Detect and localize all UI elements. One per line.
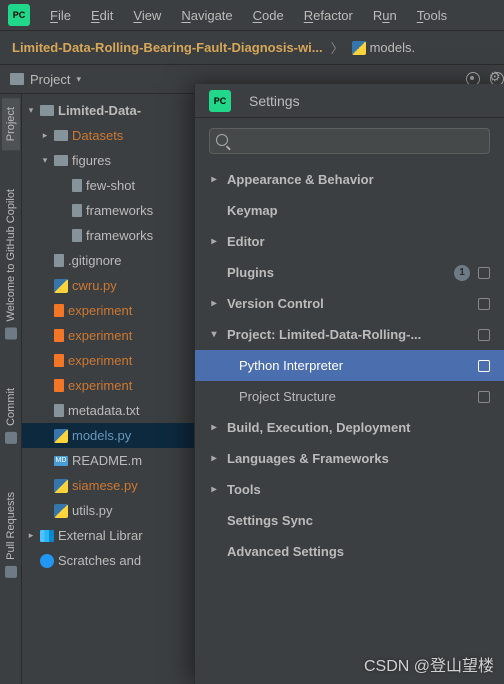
jupyter-icon [54, 329, 64, 342]
project-scope-icon [478, 391, 490, 403]
dropdown-chevron-icon[interactable]: ▾ [76, 74, 81, 85]
folder-icon [40, 105, 54, 116]
settings-tree: Appearance & Behavior Keymap Editor Plug… [195, 160, 504, 571]
settings-item-project-structure[interactable]: Project Structure [195, 381, 504, 412]
python-file-icon [352, 41, 366, 55]
menu-run[interactable]: Run [365, 4, 405, 27]
watermark-text: CSDN @登山望楼 [364, 652, 494, 676]
folder-icon [54, 155, 68, 166]
library-icon [40, 530, 54, 542]
settings-dialog: Settings Appearance & Behavior Keymap Ed… [194, 84, 504, 684]
menu-edit[interactable]: Edit [83, 4, 121, 27]
folder-icon [10, 73, 24, 85]
settings-item-build[interactable]: Build, Execution, Deployment [195, 412, 504, 443]
settings-search-input[interactable] [209, 128, 490, 154]
jupyter-icon [54, 354, 64, 367]
settings-item-advanced[interactable]: Advanced Settings [195, 536, 504, 567]
markdown-icon: MD [54, 456, 68, 466]
project-scope-icon [478, 329, 490, 341]
file-icon [72, 229, 82, 242]
python-file-icon [54, 279, 68, 293]
gutter-tab-project[interactable]: Project [2, 98, 20, 150]
gutter-tab-pull-requests[interactable]: Pull Requests [2, 483, 20, 587]
settings-item-keymap[interactable]: Keymap [195, 195, 504, 226]
jupyter-icon [54, 379, 64, 392]
settings-item-editor[interactable]: Editor [195, 226, 504, 257]
menu-file[interactable]: File [42, 4, 79, 27]
breadcrumb-file[interactable]: models. [352, 40, 416, 55]
settings-item-vcs[interactable]: Version Control [195, 288, 504, 319]
scratches-icon [40, 554, 54, 568]
plugins-update-badge: 1 [454, 265, 470, 281]
menu-tools[interactable]: Tools [409, 4, 455, 27]
settings-item-appearance[interactable]: Appearance & Behavior [195, 164, 504, 195]
file-icon [72, 179, 82, 192]
breadcrumb-project[interactable]: Limited-Data-Rolling-Bearing-Fault-Diagn… [12, 40, 323, 55]
search-icon [216, 134, 228, 146]
navigation-bar: Limited-Data-Rolling-Bearing-Fault-Diagn… [0, 30, 504, 64]
menu-view[interactable]: View [125, 4, 169, 27]
main-menu-bar: File Edit View Navigate Code Refactor Ru… [0, 0, 504, 30]
pycharm-logo-icon [8, 4, 30, 26]
jupyter-icon [54, 304, 64, 317]
settings-search [209, 128, 490, 154]
copilot-icon [5, 328, 17, 340]
file-icon [72, 204, 82, 217]
menu-navigate[interactable]: Navigate [173, 4, 240, 27]
file-icon [54, 404, 64, 417]
settings-title: Settings [249, 93, 300, 109]
settings-item-python-interpreter[interactable]: Python Interpreter [195, 350, 504, 381]
settings-header: Settings [195, 84, 504, 118]
settings-item-project[interactable]: Project: Limited-Data-Rolling-... [195, 319, 504, 350]
settings-item-languages[interactable]: Languages & Frameworks [195, 443, 504, 474]
settings-item-plugins[interactable]: Plugins1 [195, 257, 504, 288]
settings-item-sync[interactable]: Settings Sync [195, 505, 504, 536]
python-file-icon [54, 479, 68, 493]
left-gutter: Project Welcome to GitHub Copilot Commit… [0, 94, 22, 684]
python-file-icon [54, 504, 68, 518]
project-label-text: Project [30, 72, 70, 87]
file-icon [54, 254, 64, 267]
pull-request-icon [5, 565, 17, 577]
project-tool-label[interactable]: Project ▾ [0, 65, 91, 93]
menu-refactor[interactable]: Refactor [296, 4, 361, 27]
commit-icon [5, 432, 17, 444]
project-scope-icon [478, 360, 490, 372]
settings-item-tools[interactable]: Tools [195, 474, 504, 505]
breadcrumb-separator: 〉 [331, 38, 344, 57]
folder-icon [54, 130, 68, 141]
project-scope-icon [478, 267, 490, 279]
gutter-tab-copilot[interactable]: Welcome to GitHub Copilot [2, 180, 20, 348]
menu-code[interactable]: Code [245, 4, 292, 27]
python-file-icon [54, 429, 68, 443]
pycharm-logo-icon [209, 90, 231, 112]
gutter-tab-commit[interactable]: Commit [2, 379, 20, 453]
project-scope-icon [478, 298, 490, 310]
